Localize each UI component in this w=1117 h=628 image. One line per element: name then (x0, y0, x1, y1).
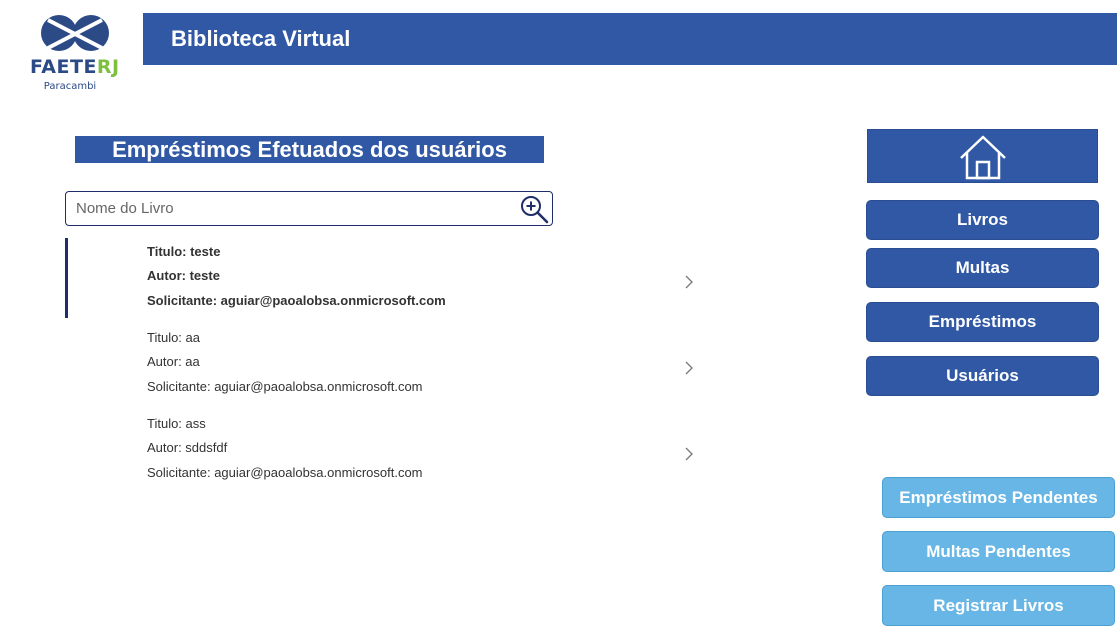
loan-author: Autor: aa (147, 354, 200, 369)
loan-title: Titulo: aa (147, 330, 200, 345)
faeterj-logo: FAETERJ Paracambi (20, 10, 130, 96)
loan-author: Autor: teste (147, 268, 220, 283)
list-item[interactable]: Titulo: teste Autor: teste Solicitante: … (65, 238, 705, 324)
home-icon (960, 135, 1006, 180)
usuarios-button[interactable]: Usuários (866, 356, 1099, 396)
emprestimos-button[interactable]: Empréstimos (866, 302, 1099, 342)
selection-indicator (65, 238, 68, 318)
search-box (65, 191, 553, 226)
loan-requester: Solicitante: aguiar@paoalobsa.onmicrosof… (147, 379, 423, 394)
loan-title: Titulo: ass (147, 416, 206, 431)
chevron-right-icon[interactable] (683, 360, 695, 376)
loan-requester: Solicitante: aguiar@paoalobsa.onmicrosof… (147, 465, 423, 480)
loan-title: Titulo: teste (147, 244, 221, 259)
loans-list: Titulo: teste Autor: teste Solicitante: … (65, 238, 705, 496)
home-button[interactable] (867, 129, 1098, 183)
emprestimos-pendentes-button[interactable]: Empréstimos Pendentes (882, 477, 1115, 518)
loan-requester: Solicitante: aguiar@paoalobsa.onmicrosof… (147, 293, 446, 308)
livros-button[interactable]: Livros (866, 200, 1099, 240)
list-item[interactable]: Titulo: ass Autor: sddsfdf Solicitante: … (65, 410, 705, 496)
zoom-in-search-icon[interactable] (518, 193, 550, 225)
loan-author: Autor: sddsfdf (147, 440, 228, 455)
registrar-livros-button[interactable]: Registrar Livros (882, 585, 1115, 626)
page-title: Biblioteca Virtual (171, 26, 351, 51)
list-item[interactable]: Titulo: aa Autor: aa Solicitante: aguiar… (65, 324, 705, 410)
faeterj-emblem-icon (41, 15, 109, 51)
header-bar: Biblioteca Virtual (143, 13, 1117, 65)
section-title: Empréstimos Efetuados dos usuários (75, 136, 544, 163)
multas-pendentes-button[interactable]: Multas Pendentes (882, 531, 1115, 572)
logo-subtitle: Paracambi (43, 81, 97, 92)
chevron-right-icon[interactable] (683, 446, 695, 462)
logo-wordmark: FAETERJ (30, 56, 120, 78)
search-input[interactable] (76, 192, 496, 225)
chevron-right-icon[interactable] (683, 274, 695, 290)
multas-button[interactable]: Multas (866, 248, 1099, 288)
